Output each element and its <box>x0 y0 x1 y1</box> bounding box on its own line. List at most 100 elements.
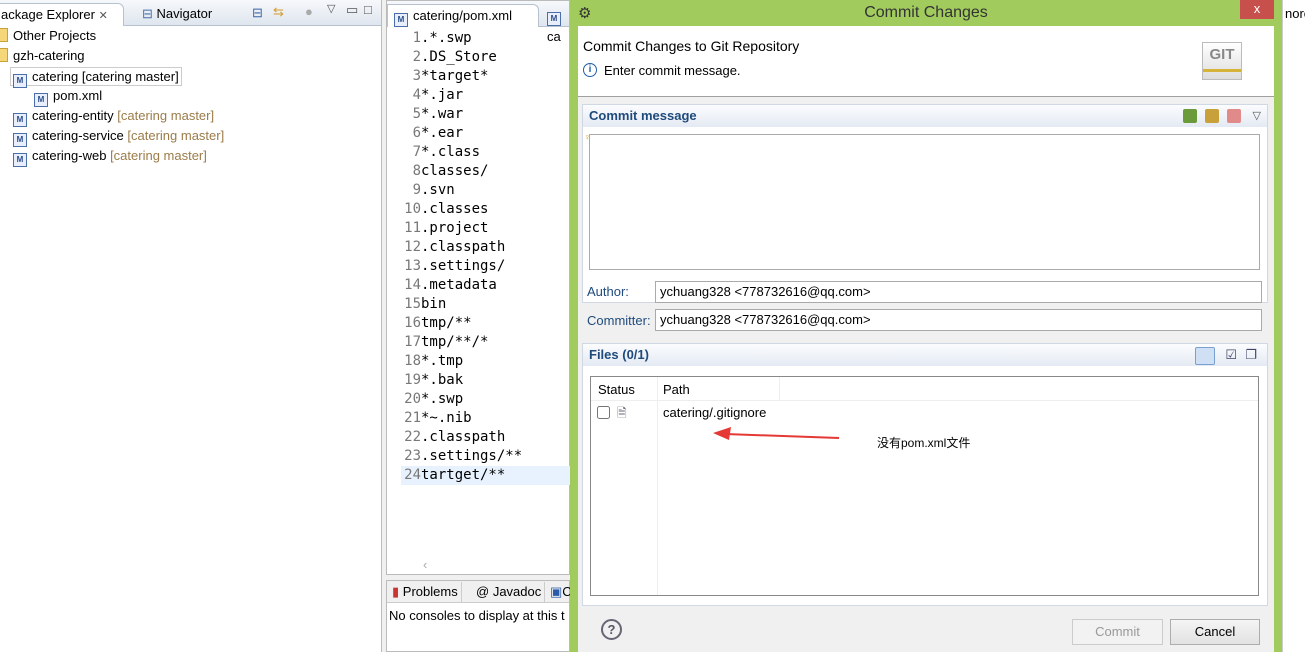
spell-check-icon[interactable] <box>1183 109 1197 123</box>
column-header-path[interactable]: Path <box>663 382 690 397</box>
annotation-arrow <box>713 427 840 440</box>
committer-field[interactable]: ychuang328 <778732616@qq.com> <box>655 309 1262 331</box>
line-number: 9 <box>412 182 421 198</box>
view-menu-icon[interactable]: ▽ <box>327 2 335 15</box>
tab-label: ackage Explorer <box>1 7 95 22</box>
line-number: 20 <box>404 391 421 407</box>
tree-item-other-projects[interactable]: Other Projects <box>0 26 96 46</box>
maven-file-icon: M <box>34 93 48 107</box>
section-menu-icon[interactable]: ▽ <box>1253 105 1261 127</box>
git-decoration: [catering master] <box>117 108 215 123</box>
commit-message-input[interactable] <box>589 134 1260 270</box>
line-text: .svn <box>421 182 455 198</box>
link-editor-icon[interactable]: ⇆ <box>273 4 284 20</box>
line-text: tartget/** <box>421 467 506 483</box>
help-icon[interactable]: ? <box>601 619 622 640</box>
cancel-button[interactable]: Cancel <box>1170 619 1260 645</box>
deselect-all-icon[interactable]: ❐ <box>1245 344 1257 366</box>
select-all-icon[interactable]: ☑ <box>1225 344 1237 366</box>
line-number: 19 <box>404 372 421 388</box>
line-text: *.class <box>421 144 481 160</box>
file-checkbox[interactable] <box>597 406 610 419</box>
line-text: .metadata <box>421 277 497 293</box>
tab-javadoc[interactable]: @ Javadoc <box>473 582 546 603</box>
tree-item-catering-entity[interactable]: Mcatering-entity [catering master] <box>13 106 215 127</box>
tree-item-catering-web[interactable]: Mcatering-web [catering master] <box>13 146 207 167</box>
maven-file-icon: M <box>394 13 408 27</box>
tab-package-explorer[interactable]: ackage Explorer ✕ <box>0 3 124 26</box>
committer-label: Committer: <box>587 313 651 328</box>
annotation-text: 没有pom.xml文件 <box>877 436 971 450</box>
tree-item-pom-xml[interactable]: Mpom.xml <box>34 86 103 107</box>
tree-label: catering-web <box>32 148 107 163</box>
amend-icon[interactable] <box>1227 109 1241 123</box>
dialog-header: Commit Changes to Git Repository i Enter… <box>578 26 1274 97</box>
section-label: Commit message <box>589 108 697 123</box>
dialog-title: Commit Changes <box>864 4 988 21</box>
maven-project-icon: M <box>13 133 27 147</box>
line-number: 22 <box>404 429 421 445</box>
line-number: 6 <box>412 125 421 141</box>
line-number: 23 <box>404 448 421 464</box>
tab-label: Javadoc <box>492 584 542 599</box>
tab-problems[interactable]: ▮ Problems <box>389 582 462 603</box>
maven-project-icon: M <box>13 74 27 88</box>
line-number: 16 <box>404 315 421 331</box>
line-number: 2 <box>412 49 421 65</box>
line-number: 5 <box>412 106 421 122</box>
git-decoration: [catering master] <box>127 128 225 143</box>
maximize-icon[interactable]: □ <box>364 2 372 17</box>
minimize-icon[interactable]: ▭ <box>346 2 358 18</box>
author-field[interactable]: ychuang328 <778732616@qq.com> <box>655 281 1262 303</box>
focus-icon[interactable]: ● <box>305 4 313 19</box>
close-icon[interactable]: ✕ <box>99 10 108 22</box>
git-decoration: [catering master] <box>110 148 207 163</box>
git-logo-text: GIT <box>1209 46 1235 63</box>
view-tabbar: ackage Explorer ✕ ⊟ Navigator ⊟ ⇆ ● ▽ ▭ … <box>0 0 381 26</box>
author-label: Author: <box>587 284 629 299</box>
tab-label: catering/pom.xml <box>413 8 512 23</box>
collapse-all-icon[interactable]: ⊟ <box>252 5 263 21</box>
section-label: Files (0/1) <box>589 347 649 362</box>
add-signed-off-icon[interactable] <box>1205 109 1219 123</box>
tab-navigator[interactable]: ⊟ Navigator <box>136 3 218 26</box>
line-number: 15 <box>404 296 421 312</box>
editor-panel: Mcatering/pom.xml Mca 1.*.swp 2.DS_Store 3… <box>386 0 801 575</box>
line-number: 11 <box>404 220 421 236</box>
line-number: 21 <box>404 410 421 426</box>
line-text: .DS_Store <box>421 49 497 65</box>
background-tab-text: nore <box>1285 6 1305 21</box>
tab-label: Problems <box>402 584 458 599</box>
line-text: .settings/ <box>421 258 506 274</box>
commit-button[interactable]: Commit <box>1072 619 1163 645</box>
line-number: 3 <box>412 68 421 84</box>
editor-tabbar: Mcatering/pom.xml Mca <box>387 1 572 44</box>
column-header-status[interactable]: Status <box>598 382 635 397</box>
line-number: 18 <box>404 353 421 369</box>
tab-gitignore[interactable]: Mca <box>541 4 572 44</box>
scroll-left-icon[interactable]: ‹ <box>423 557 427 572</box>
tab-pom-xml[interactable]: Mcatering/pom.xml <box>387 4 539 27</box>
line-number: 4 <box>412 87 421 103</box>
tree-item-catering[interactable]: Mcatering [catering master] <box>10 67 182 88</box>
dialog-heading: Commit Changes to Git Repository <box>583 38 800 54</box>
package-explorer-panel: ackage Explorer ✕ ⊟ Navigator ⊟ ⇆ ● ▽ ▭ … <box>0 0 382 652</box>
line-text: *.jar <box>421 87 464 103</box>
console-message: No consoles to display at this t <box>389 608 565 623</box>
line-text: tmp/** <box>421 315 472 331</box>
line-text: *target* <box>421 68 489 84</box>
commit-changes-dialog: ⚙ Commit Changes x Commit Changes to Git… <box>570 0 1282 652</box>
show-untracked-icon[interactable] <box>1195 347 1215 365</box>
tree-item-catering-service[interactable]: Mcatering-service [catering master] <box>13 126 225 147</box>
line-text: *.ear <box>421 125 464 141</box>
commit-message-header: Commit message ▽ <box>582 104 1268 127</box>
tree-item-gzh-catering[interactable]: gzh-catering <box>0 46 85 66</box>
untracked-file-icon: 🗎 <box>617 406 627 420</box>
line-text: .classpath <box>421 429 506 445</box>
line-text: .settings/** <box>421 448 523 464</box>
working-set-icon <box>0 28 8 42</box>
tree-label: pom.xml <box>53 88 103 103</box>
close-button[interactable]: x <box>1240 0 1274 19</box>
line-text: .classes <box>421 201 489 217</box>
tree-label: catering-service <box>32 128 124 143</box>
